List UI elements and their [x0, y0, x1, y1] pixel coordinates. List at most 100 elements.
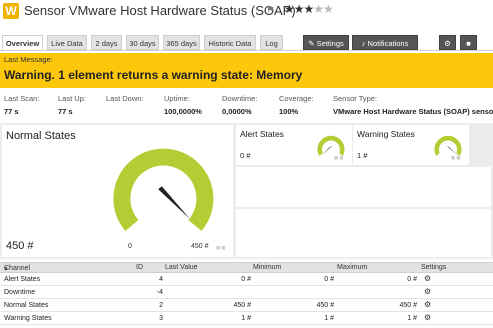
gauge-dial	[113, 148, 214, 231]
col-settings: Settings	[421, 264, 447, 271]
star-icon[interactable]: ★	[323, 2, 334, 16]
stat-value: 100%	[279, 107, 299, 116]
gear-icon[interactable]: ⚙	[424, 314, 432, 322]
gauge-needle	[158, 186, 190, 219]
cell-maximum: 450 #	[399, 302, 417, 309]
cell-id: -4	[156, 289, 163, 296]
star-icon[interactable]: ★	[313, 2, 324, 16]
tab-settings-label: Settings	[316, 39, 344, 48]
tab-divider	[0, 50, 493, 51]
stat-value: 77 s	[4, 107, 19, 116]
settings-icon[interactable]: ⚙	[439, 35, 456, 50]
stat-value: 0,0000%	[222, 107, 252, 116]
stat-label: Last Up:	[58, 94, 86, 103]
stat-last-up: Last Up: 77 s	[58, 94, 86, 116]
gauge-warning-states: Warning States 1 # ■■	[353, 125, 469, 165]
wrench-icon: ✎	[308, 39, 315, 48]
col-maximum[interactable]: Maximum	[337, 264, 367, 271]
stat-label: Downtime:	[222, 94, 258, 103]
tab-365-days[interactable]: 365 days	[163, 35, 200, 50]
gauge-value: 1 #	[357, 151, 368, 160]
stat-last-scan: Last Scan: 77 s	[4, 94, 39, 116]
tab-2-days[interactable]: 2 days	[91, 35, 122, 50]
gear-icon[interactable]: ⚙	[424, 288, 432, 296]
table-row[interactable]: Downtime -4 ⚙	[0, 286, 493, 299]
table-row[interactable]: Normal States 2 450 # 450 # 450 # ⚙	[0, 299, 493, 312]
cell-maximum: 0 #	[407, 276, 417, 283]
col-id[interactable]: ID	[136, 264, 143, 271]
gauge-options-icon[interactable]: ■■	[216, 245, 226, 252]
tab-settings[interactable]: ✎ Settings	[303, 35, 349, 50]
gauge-title: Normal States	[6, 130, 76, 142]
tab-overview[interactable]: Overview	[2, 35, 43, 50]
cell-id: 2	[159, 302, 163, 309]
gauge-min-label: 0	[128, 243, 132, 250]
gear-icon[interactable]: ⚙	[424, 301, 432, 309]
cell-last-value: 0 #	[241, 276, 251, 283]
tab-log[interactable]: Log	[260, 35, 283, 50]
stat-label: Coverage:	[279, 94, 314, 103]
empty-gauge-slot	[236, 167, 491, 207]
gauge-arc	[434, 135, 462, 156]
last-message-box: Last Message: Warning. 1 element returns…	[0, 53, 493, 88]
star-icon[interactable]: ★	[294, 2, 305, 16]
sensor-logo-icon: W	[3, 3, 19, 19]
gauge-arc	[317, 135, 345, 156]
table-row[interactable]: Alert States 4 0 # 0 # 0 # ⚙	[0, 273, 493, 286]
stat-value: VMware Host Hardware Status (SOAP) senso…	[333, 107, 493, 116]
gauge-value: 450 #	[6, 240, 34, 252]
cell-channel[interactable]: Downtime	[4, 289, 35, 296]
star-icon[interactable]: ★	[284, 2, 295, 16]
last-message-text: Warning. 1 element returns a warning sta…	[4, 68, 303, 82]
cell-last-value: 450 #	[233, 302, 251, 309]
tab-notifications-label: Notifications	[367, 39, 409, 48]
cell-channel[interactable]: Warning States	[4, 315, 52, 322]
gauge-alert-states: Alert States 0 # ■■	[236, 125, 352, 165]
bell-icon: ♪	[361, 39, 366, 48]
gauge-title: Warning States	[357, 129, 415, 139]
page-title: Sensor VMware Host Hardware Status (SOAP…	[24, 3, 296, 18]
empty-gauge-slot	[236, 209, 491, 257]
stat-last-down: Last Down:	[106, 94, 144, 107]
cell-id: 4	[159, 276, 163, 283]
tab-30-days[interactable]: 30 days	[126, 35, 159, 50]
priority-stars[interactable]: ★★★★★	[284, 2, 334, 16]
gauge-options-icon[interactable]: ■■	[334, 155, 344, 162]
stat-label: Sensor Type:	[333, 94, 378, 103]
cell-minimum: 1 #	[324, 315, 334, 322]
cell-channel[interactable]: Alert States	[4, 276, 40, 283]
flag-icon[interactable]: ⚑	[266, 5, 275, 16]
stat-sensor-type: Sensor Type: VMware Host Hardware Status…	[333, 94, 493, 116]
cell-minimum: 450 #	[316, 302, 334, 309]
table-row[interactable]: Warning States 3 1 # 1 # 1 # ⚙	[0, 312, 493, 325]
col-last-value[interactable]: Last Value	[165, 264, 198, 271]
tab-notifications[interactable]: ♪ Notifications	[352, 35, 418, 50]
tab-live-data[interactable]: Live Data	[47, 35, 87, 50]
gauge-options-icon[interactable]: ■■	[451, 155, 461, 162]
gauge-value: 0 #	[240, 151, 251, 160]
stat-coverage: Coverage: 100%	[279, 94, 314, 116]
stat-label: Last Down:	[106, 94, 144, 103]
last-message-label: Last Message:	[4, 55, 53, 64]
page-header: W Sensor VMware Host Hardware Status (SO…	[0, 0, 493, 24]
cell-id: 3	[159, 315, 163, 322]
gauge-normal-states: Normal States 450 # 0 450 # ■■	[2, 125, 233, 257]
gauge-max-label: 450 #	[191, 243, 209, 250]
stat-value: 100,0000%	[164, 107, 202, 116]
star-icon[interactable]: ★	[304, 2, 315, 16]
stat-uptime: Uptime: 100,0000%	[164, 94, 202, 116]
tab-bar: Overview Live Data 2 days 30 days 365 da…	[0, 35, 493, 50]
cell-last-value: 1 #	[241, 315, 251, 322]
cell-channel[interactable]: Normal States	[4, 302, 48, 309]
delete-icon[interactable]: ■	[460, 35, 477, 50]
gauge-title: Alert States	[240, 129, 284, 139]
stat-label: Uptime:	[164, 94, 190, 103]
col-minimum[interactable]: Minimum	[253, 264, 281, 271]
table-header: Channel ▾ ID Last Value Minimum Maximum …	[0, 262, 493, 273]
tab-historic-data[interactable]: Historic Data	[204, 35, 256, 50]
sort-down-icon: ▾	[4, 266, 8, 273]
stat-label: Last Scan:	[4, 94, 40, 103]
gear-icon[interactable]: ⚙	[424, 275, 432, 283]
cell-maximum: 1 #	[407, 315, 417, 322]
stat-value: 77 s	[58, 107, 73, 116]
